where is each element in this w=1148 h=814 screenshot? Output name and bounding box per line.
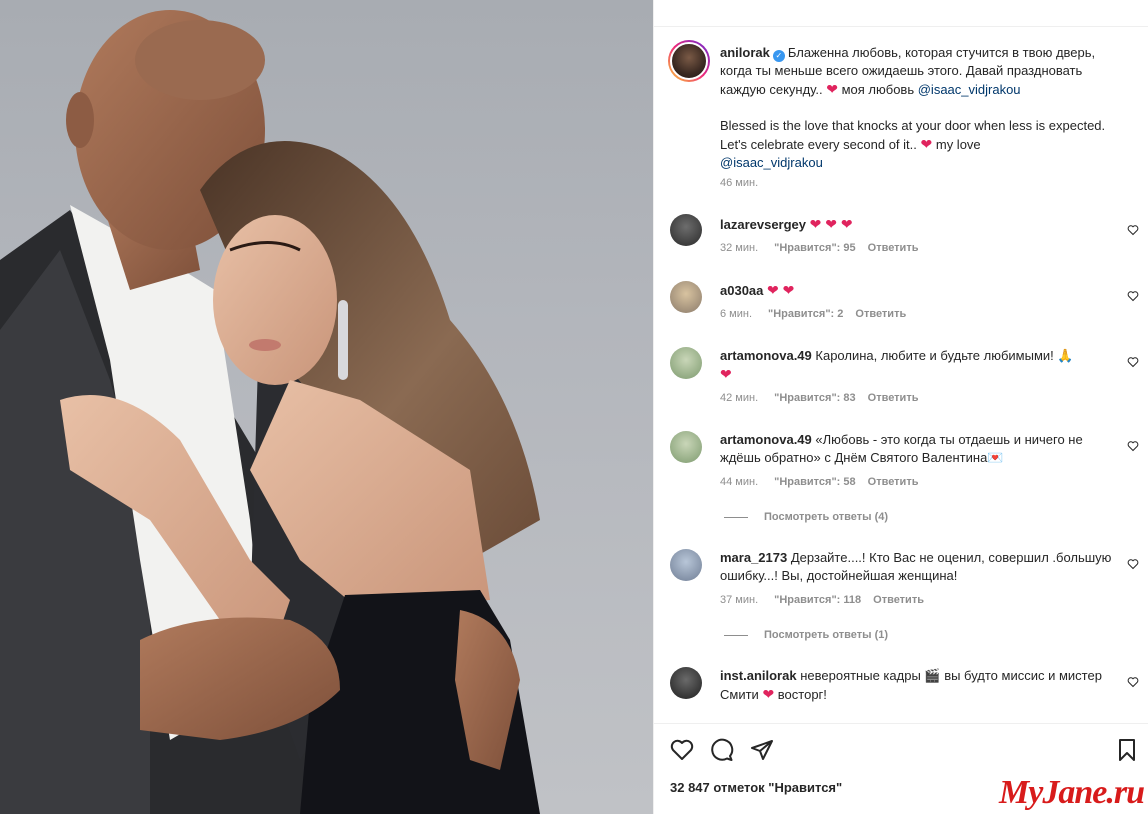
- heart-outline-icon[interactable]: [1127, 440, 1139, 452]
- comment-avatar[interactable]: [670, 667, 702, 699]
- author-username[interactable]: anilorak: [720, 45, 770, 60]
- heart-outline-icon[interactable]: [1127, 676, 1139, 688]
- comment-meta: 42 мин. "Нравится": 83 Ответить: [720, 392, 918, 404]
- comment-time: 37 мин.: [720, 594, 759, 606]
- likes-label: "Нравится":: [774, 476, 841, 488]
- likes-label: "Нравится":: [768, 308, 835, 320]
- likes-count: 118: [843, 594, 862, 606]
- heart-outline-icon[interactable]: [1127, 558, 1139, 570]
- comment-meta: 44 мин. "Нравится": 58 Ответить: [720, 476, 918, 488]
- comment-avatar[interactable]: [670, 281, 702, 313]
- comment-avatar[interactable]: [670, 347, 702, 379]
- comment-text: Каролина, любите и будьте любимыми! 🙏: [815, 348, 1074, 363]
- comment: lazarevsergey ❤ ❤ ❤: [720, 215, 1120, 234]
- comment-username[interactable]: mara_2173: [720, 550, 787, 565]
- comment-time: 44 мин.: [720, 476, 759, 488]
- comment-meta: 6 мин. "Нравится": 2 Ответить: [720, 308, 906, 320]
- hearts-emoji-icon: ❤ ❤: [767, 282, 795, 298]
- comment: mara_2173 Дерзайте....! Кто Вас не оцени…: [720, 549, 1120, 585]
- comment-avatar[interactable]: [670, 431, 702, 463]
- comment-username[interactable]: inst.anilorak: [720, 668, 797, 683]
- reply-button[interactable]: Ответить: [855, 308, 906, 320]
- caption-ru-love: моя любовь: [841, 82, 915, 97]
- likes-count: 95: [843, 242, 856, 254]
- comment: a030aa ❤ ❤: [720, 281, 1120, 300]
- post-caption: anilorak ✓ Блаженна любовь, которая стучит…: [720, 44, 1120, 172]
- post-photo[interactable]: [0, 0, 653, 814]
- reply-button[interactable]: Ответить: [868, 392, 919, 404]
- likes-total[interactable]: 32 847 отметок "Нравится": [670, 780, 842, 795]
- comment: artamonova.49 «Любовь - это когда ты отд…: [720, 431, 1120, 467]
- comment-avatar[interactable]: [670, 549, 702, 581]
- comment-text: восторг!: [777, 687, 827, 702]
- couple-photo-illustration: [0, 10, 540, 814]
- view-replies-button[interactable]: Посмотреть ответы (1): [724, 629, 888, 641]
- heart-emoji-icon: ❤: [826, 81, 838, 97]
- likes-count: 2: [837, 308, 844, 320]
- comment: inst.anilorak невероятные кадры 🎬 вы буд…: [720, 667, 1120, 704]
- heart-outline-icon[interactable]: [1127, 224, 1139, 236]
- post-time: 46 мин.: [720, 177, 759, 189]
- comment-meta: 37 мин. "Нравится": 118 Ответить: [720, 594, 924, 606]
- bookmark-icon[interactable]: [1115, 738, 1139, 762]
- reply-button[interactable]: Ответить: [873, 594, 924, 606]
- comment-avatar[interactable]: [670, 214, 702, 246]
- heart-emoji-icon: ❤: [920, 136, 933, 152]
- heart-outline-icon[interactable]: [1127, 290, 1139, 302]
- author-avatar[interactable]: [668, 40, 710, 82]
- hearts-emoji-icon: ❤ ❤ ❤: [809, 216, 853, 232]
- likes-label: "Нравится":: [774, 242, 841, 254]
- heart-emoji-icon: ❤: [720, 366, 732, 382]
- comment-bubble-icon[interactable]: [710, 738, 734, 762]
- likes-label: "Нравится":: [774, 594, 841, 606]
- likes-count: 83: [843, 392, 856, 404]
- likes-count: 58: [843, 476, 856, 488]
- view-replies-button[interactable]: Посмотреть ответы (4): [724, 511, 888, 523]
- comment-username[interactable]: artamonova.49: [720, 348, 812, 363]
- like-heart-icon[interactable]: [670, 738, 694, 762]
- verified-badge-icon: ✓: [772, 50, 785, 62]
- heart-emoji-icon: ❤: [762, 686, 775, 702]
- share-send-icon[interactable]: [750, 738, 774, 762]
- comment-time: 6 мин.: [720, 308, 753, 320]
- comment-username[interactable]: lazarevsergey: [720, 217, 806, 232]
- caption-en-love: my love: [935, 137, 981, 152]
- comment-time: 42 мин.: [720, 392, 759, 404]
- view-replies-label: Посмотреть ответы (4): [764, 511, 889, 523]
- post-panel: anilorak ✓ Блаженна любовь, которая стучит…: [653, 0, 1148, 814]
- comment-username[interactable]: a030aa: [720, 283, 763, 298]
- view-replies-label: Посмотреть ответы (1): [764, 629, 889, 641]
- divider: [654, 723, 1148, 724]
- comment-meta: 32 мин. "Нравится": 95 Ответить: [720, 242, 918, 254]
- mention-link[interactable]: @isaac_vidjrakou: [720, 155, 823, 170]
- comment-username[interactable]: artamonova.49: [720, 432, 812, 447]
- reply-button[interactable]: Ответить: [868, 476, 919, 488]
- comment: artamonova.49 Каролина, любите и будьте …: [720, 347, 1120, 384]
- caption-en: Blessed is the love that knocks at your …: [720, 118, 1106, 152]
- divider: [654, 26, 1148, 27]
- reply-button[interactable]: Ответить: [868, 242, 919, 254]
- watermark: MyJane.ru: [999, 774, 1145, 811]
- comment-time: 32 мин.: [720, 242, 759, 254]
- mention-link[interactable]: @isaac_vidjrakou: [918, 82, 1021, 97]
- likes-label: "Нравится":: [774, 392, 841, 404]
- heart-outline-icon[interactable]: [1127, 356, 1139, 368]
